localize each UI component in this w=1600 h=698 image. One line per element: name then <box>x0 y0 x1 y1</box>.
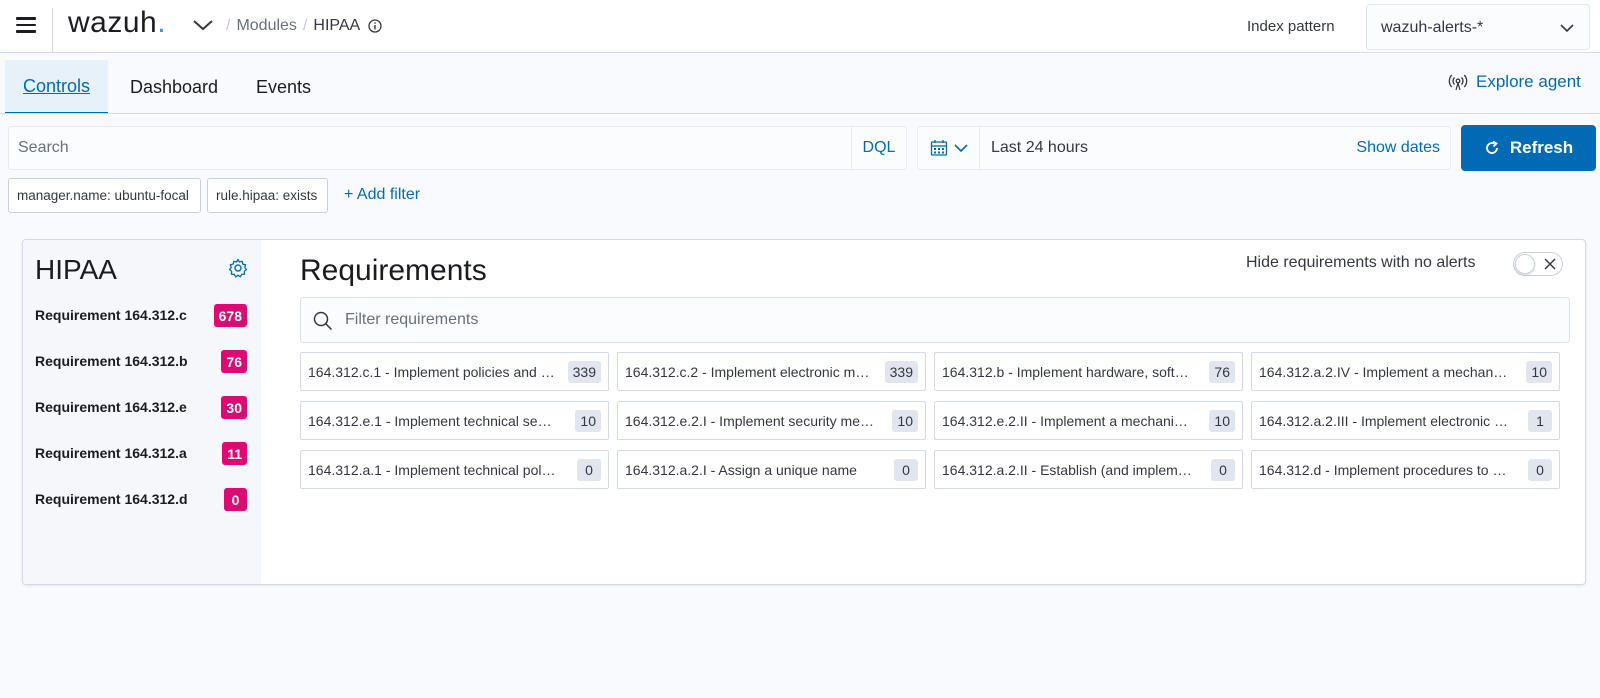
refresh-icon <box>1485 140 1498 154</box>
breadcrumb-current: HIPAA <box>313 17 361 34</box>
alert-count-badge: 11 <box>222 442 247 465</box>
alert-count-badge: 0 <box>224 488 247 511</box>
sidebar-item-label: Requirement 164.312.d <box>35 491 188 507</box>
chevron-down-icon <box>1560 24 1574 33</box>
requirement-card[interactable]: 164.312.a.2.IV - Implement a mechanism 10 <box>1251 352 1560 391</box>
requirement-card[interactable]: 164.312.e.2.II - Implement a mechanism 10 <box>934 401 1243 440</box>
refresh-label: Refresh <box>1509 138 1574 157</box>
tab-controls[interactable]: Controls <box>5 60 108 114</box>
requirement-card-text: 164.312.e.2.II - Implement a mechanism <box>942 413 1192 429</box>
requirement-count-badge: 339 <box>884 361 918 383</box>
explore-agent-button[interactable]: Explore agent <box>1448 72 1581 92</box>
requirement-card[interactable]: 164.312.a.2.II - Establish (and implemen… <box>934 450 1243 489</box>
dql-toggle[interactable]: DQL <box>851 127 906 169</box>
requirement-card[interactable]: 164.312.e.2.I - Implement security measu… <box>617 401 926 440</box>
refresh-button[interactable]: Refresh <box>1461 125 1596 171</box>
explore-agent-label: Explore agent <box>1476 72 1581 91</box>
requirement-count-badge: 0 <box>1528 459 1552 481</box>
sidebar-item-164-312-d[interactable]: Requirement 164.312.d 0 <box>35 488 247 512</box>
requirement-card-text: 164.312.e.1 - Implement technical securi… <box>308 413 558 429</box>
requirement-card[interactable]: 164.312.a.2.III - Implement electronic p… <box>1251 401 1560 440</box>
date-picker: Last 24 hours Show dates <box>917 126 1451 170</box>
gear-icon[interactable] <box>228 258 248 278</box>
tabs-divider <box>0 113 1600 114</box>
requirement-card-text: 164.312.a.2.II - Establish (and implemen… <box>942 462 1192 478</box>
alert-count-badge: 76 <box>221 350 247 373</box>
requirement-count-badge: 10 <box>1526 361 1552 383</box>
requirement-card-text: 164.312.a.1 - Implement technical polici… <box>308 462 558 478</box>
requirement-card[interactable]: 164.312.c.1 - Implement policies and pro… <box>300 352 609 391</box>
hide-requirements-label: Hide requirements with no alerts <box>1246 254 1476 271</box>
breadcrumb-modules[interactable]: Modules <box>236 17 296 35</box>
top-header: wazuh. / Modules / HIPAA Index pattern w… <box>0 0 1600 53</box>
requirement-card-text: 164.312.a.2.I - Assign a unique name <box>625 462 857 478</box>
requirement-count-badge: 0 <box>1211 459 1235 481</box>
index-pattern-value: wazuh-alerts-* <box>1381 19 1484 36</box>
sidebar-item-164-312-e[interactable]: Requirement 164.312.e 30 <box>35 396 247 420</box>
wazuh-logo[interactable]: wazuh. <box>68 6 166 40</box>
requirement-card-text: 164.312.a.2.IV - Implement a mechanism <box>1259 364 1509 380</box>
requirements-title: Requirements <box>300 254 487 287</box>
requirement-card[interactable]: 164.312.e.1 - Implement technical securi… <box>300 401 609 440</box>
show-dates-link[interactable]: Show dates <box>1356 139 1440 157</box>
requirement-card[interactable]: 164.312.b - Implement hardware, software… <box>934 352 1243 391</box>
requirement-count-badge: 10 <box>1209 410 1235 432</box>
requirement-count-badge: 76 <box>1209 361 1235 383</box>
filter-requirements-box <box>300 297 1570 343</box>
requirement-card-text: 164.312.d - Implement procedures to veri… <box>1259 462 1509 478</box>
requirement-card-text: 164.312.b - Implement hardware, software <box>942 364 1192 380</box>
search-icon <box>313 311 333 331</box>
close-icon <box>1544 258 1556 270</box>
requirement-card[interactable]: 164.312.a.1 - Implement technical polici… <box>300 450 609 489</box>
requirement-card-text: 164.312.e.2.I - Implement security measu… <box>625 413 875 429</box>
requirement-count-badge: 339 <box>567 361 601 383</box>
sidebar-item-label: Requirement 164.312.e <box>35 399 187 415</box>
menu-icon[interactable] <box>16 17 36 33</box>
sidebar-item-164-312-b[interactable]: Requirement 164.312.b 76 <box>35 350 247 374</box>
alert-count-badge: 30 <box>221 396 247 419</box>
header-divider <box>52 8 53 52</box>
filter-requirements-input[interactable] <box>345 298 1545 342</box>
requirement-card[interactable]: 164.312.d - Implement procedures to veri… <box>1251 450 1560 489</box>
hide-requirements-toggle[interactable] <box>1513 252 1563 276</box>
antenna-icon <box>1448 74 1468 91</box>
sidebar-item-164-312-a[interactable]: Requirement 164.312.a 11 <box>35 442 247 466</box>
requirement-card[interactable]: 164.312.c.2 - Implement electronic mecha… <box>617 352 926 391</box>
filter-pill-hipaa[interactable]: rule.hipaa: exists <box>207 178 328 213</box>
requirement-count-badge: 1 <box>1528 410 1552 432</box>
search-input[interactable] <box>9 127 851 169</box>
requirements-sidebar: HIPAA Requirement 164.312.c 678 Requirem… <box>23 240 261 584</box>
quick-date-menu[interactable] <box>918 127 980 169</box>
breadcrumb: / Modules / HIPAA <box>220 17 382 35</box>
filter-pill-manager[interactable]: manager.name: ubuntu-focal <box>8 178 201 213</box>
requirement-count-badge: 10 <box>575 410 601 432</box>
search-bar: DQL <box>8 126 907 170</box>
sidebar-item-label: Requirement 164.312.c <box>35 307 187 323</box>
requirement-count-badge: 0 <box>577 459 601 481</box>
tab-dashboard[interactable]: Dashboard <box>122 60 226 114</box>
toggle-knob <box>1515 254 1535 274</box>
hipaa-panel: HIPAA Requirement 164.312.c 678 Requirem… <box>22 239 1586 585</box>
sidebar-item-164-312-c[interactable]: Requirement 164.312.c 678 <box>35 304 247 328</box>
calendar-icon <box>930 140 947 156</box>
index-pattern-select[interactable]: wazuh-alerts-* <box>1366 4 1590 50</box>
sidebar-item-label: Requirement 164.312.b <box>35 353 188 369</box>
sidebar-item-label: Requirement 164.312.a <box>35 445 187 461</box>
requirement-card-text: 164.312.c.1 - Implement policies and pro… <box>308 364 558 380</box>
requirement-card-text: 164.312.a.2.III - Implement electronic p… <box>1259 413 1509 429</box>
requirement-card[interactable]: 164.312.a.2.I - Assign a unique name 0 <box>617 450 926 489</box>
add-filter-button[interactable]: + Add filter <box>344 186 420 204</box>
requirement-count-badge: 0 <box>894 459 918 481</box>
chevron-down-icon[interactable] <box>192 16 214 34</box>
tab-events[interactable]: Events <box>240 60 327 114</box>
requirement-count-badge: 10 <box>892 410 918 432</box>
requirement-card-text: 164.312.c.2 - Implement electronic mecha… <box>625 364 875 380</box>
index-pattern-label: Index pattern <box>1247 18 1335 35</box>
sidebar-title: HIPAA <box>35 254 117 285</box>
info-icon[interactable] <box>368 19 382 33</box>
alert-count-badge: 678 <box>213 304 247 327</box>
date-range-label[interactable]: Last 24 hours <box>991 139 1088 157</box>
chevron-down-icon <box>953 144 968 153</box>
